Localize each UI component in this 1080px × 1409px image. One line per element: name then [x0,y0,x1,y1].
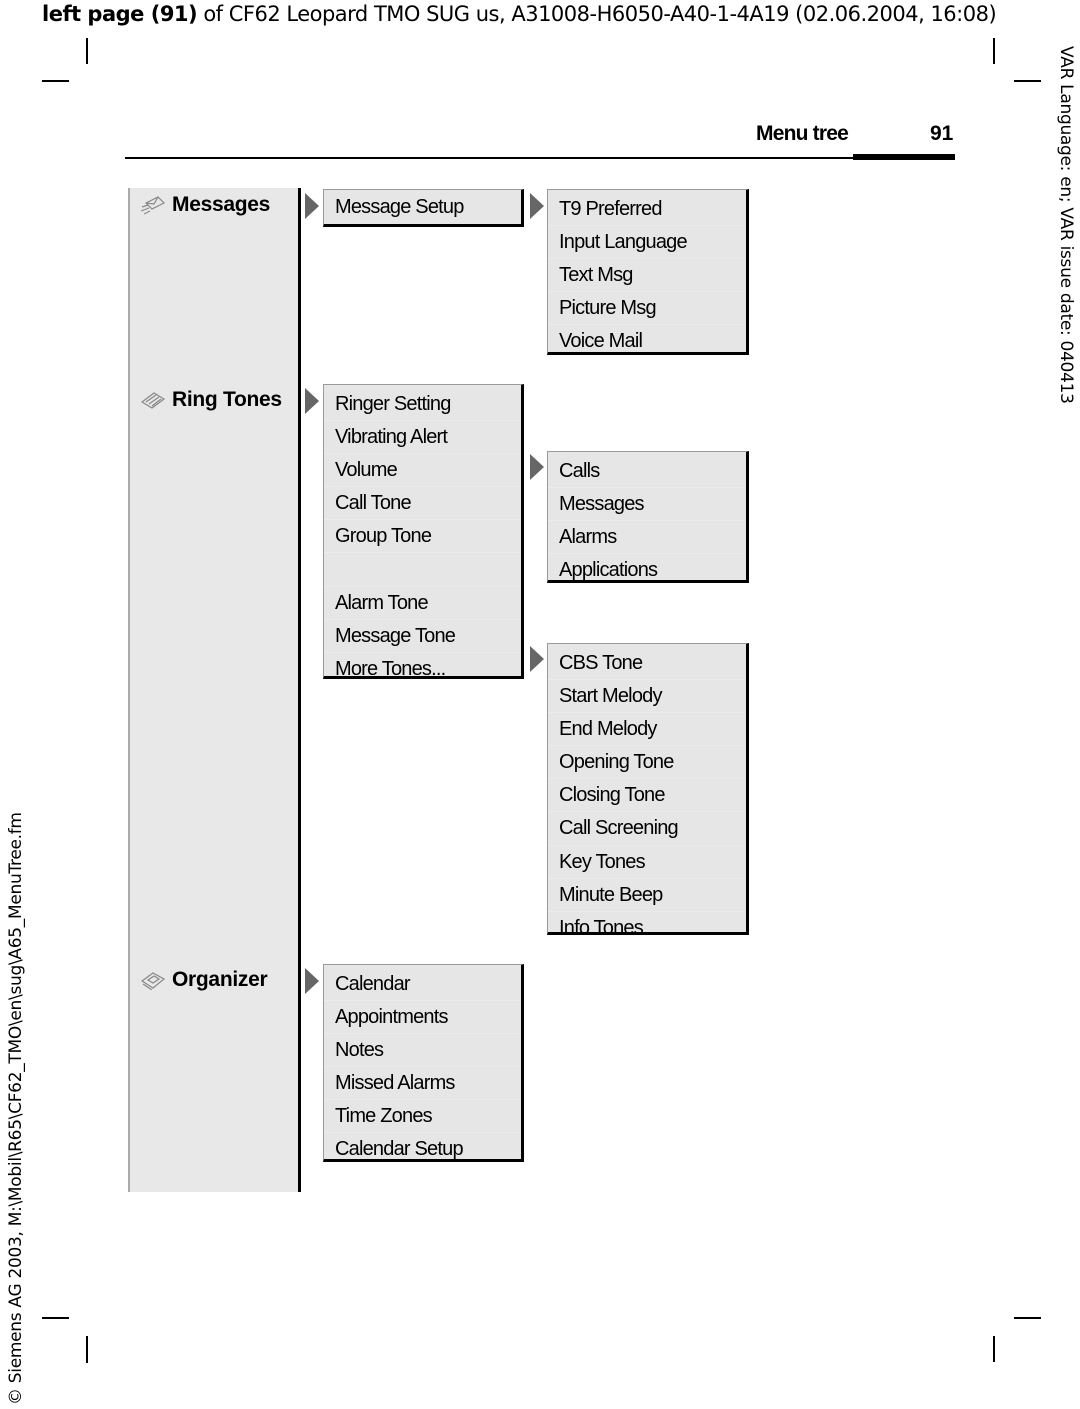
submenu-arrow-icon [305,193,319,219]
menu-item[interactable]: Start Melody [548,680,746,714]
menu-item[interactable]: Group Tone [324,520,521,554]
menu-item[interactable]: Input Language [548,226,746,260]
submenu-volume: Calls Messages Alarms Applications [547,451,749,583]
organizer-icon [140,970,166,991]
submenu-message-setup-box: Message Setup [323,189,524,227]
main-menu-organizer[interactable]: Organizer [140,968,268,992]
crop-mark [1014,80,1041,82]
menu-item[interactable]: Voice Mail [548,325,746,357]
menu-item[interactable]: Calendar Setup [324,1133,521,1165]
main-menu-messages[interactable]: Messages [140,193,270,217]
menu-item[interactable]: Appointments [324,1001,521,1035]
menu-item[interactable]: Message Setup [324,193,521,221]
crop-mark [1014,1317,1041,1319]
submenu-organizer: Calendar Appointments Notes Missed Alarm… [323,964,524,1162]
menu-item[interactable]: Call Tone [324,487,521,521]
main-menu-ring-tones[interactable]: Ring Tones [140,388,282,412]
main-menu-column [128,188,301,1192]
envelope-icon [140,195,166,215]
menu-item[interactable]: Volume [324,454,521,488]
ring-tones-icon [140,390,166,410]
menu-item[interactable]: Notes [324,1034,521,1068]
header-rule-thick [853,154,955,160]
submenu-arrow-icon [530,193,544,219]
crop-mark [86,1336,88,1363]
submenu-arrow-icon [530,454,544,480]
menu-item[interactable]: Ringer Setting [324,388,521,422]
menu-item[interactable]: Alarm Tone [324,587,521,620]
page-number: 91 [930,122,954,145]
menu-item[interactable]: Call Screening [548,812,746,846]
crop-mark [993,1336,995,1362]
submenu-arrow-icon [530,646,544,672]
menu-item[interactable]: Alarms [548,521,746,555]
menu-item[interactable]: End Melody [548,713,746,747]
menu-item[interactable]: Text Msg [548,259,746,293]
header-bold: left page (91) [42,2,198,26]
submenu-message-setup-items: T9 Preferred Input Language Text Msg Pic… [547,189,749,355]
main-menu-label: Messages [172,193,270,216]
main-menu-label: Organizer [172,968,268,991]
header-rule [125,157,853,159]
menu-item[interactable]: T9 Preferred [548,193,746,227]
menu-item[interactable]: Key Tones [548,846,746,879]
submenu-more-tones: CBS Tone Start Melody End Melody Opening… [547,643,749,939]
menu-item[interactable]: Info Tones [548,912,746,944]
document-header: left page (91) of CF62 Leopard TMO SUG u… [42,2,997,26]
crop-mark [86,38,88,64]
menu-item[interactable]: Calendar [324,968,521,1002]
submenu-arrow-icon [305,968,319,994]
menu-item[interactable]: Messages [548,488,746,522]
menu-item[interactable]: Calls [548,455,746,489]
menu-item[interactable]: Vibrating Alert [324,421,521,455]
menu-item[interactable]: Opening Tone [548,746,746,780]
menu-item[interactable]: Minute Beep [548,879,746,912]
menu-item[interactable]: More Tones... [324,653,521,685]
menu-item[interactable]: Closing Tone [548,779,746,813]
menu-item[interactable]: Applications [548,554,746,586]
header-rest: of CF62 Leopard TMO SUG us, A31008-H6050… [197,2,997,26]
submenu-ring-tones: Ringer Setting Vibrating Alert Volume Ca… [323,384,524,680]
crop-mark [993,38,995,64]
menu-item[interactable]: Time Zones [324,1100,521,1134]
menu-item[interactable]: Message Tone [324,620,521,653]
crop-mark [42,1317,69,1319]
submenu-arrow-icon [305,388,319,414]
page-title: Menu tree [756,122,849,145]
menu-item[interactable]: Picture Msg [548,292,746,326]
menu-item[interactable]: Missed Alarms [324,1067,521,1101]
main-menu-label: Ring Tones [172,388,282,411]
side-note-right: VAR Language: en; VAR issue date: 040413 [1056,46,1076,404]
menu-item[interactable]: CBS Tone [548,647,746,681]
menu-item-spacer [324,553,521,587]
crop-mark [42,80,69,82]
side-note-left: © Siemens AG 2003, M:\Mobil\R65\CF62_TMO… [6,812,26,1405]
